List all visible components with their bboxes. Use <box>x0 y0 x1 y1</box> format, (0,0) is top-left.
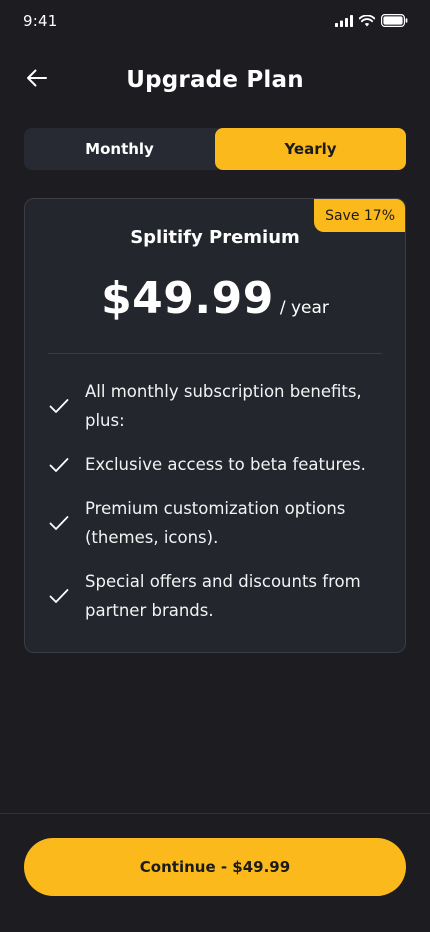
cellular-signal-icon <box>335 14 353 27</box>
billing-period-toggle: Monthly Yearly <box>24 128 406 170</box>
tab-yearly[interactable]: Yearly <box>215 128 406 170</box>
page-title: Upgrade Plan <box>126 67 304 93</box>
wifi-icon <box>359 14 375 27</box>
feature-item: All monthly subscription benefits, plus: <box>49 377 381 435</box>
feature-list: All monthly subscription benefits, plus:… <box>49 377 381 640</box>
status-icons <box>335 14 408 27</box>
bottom-divider <box>0 813 430 814</box>
price-amount: $49.99 <box>101 273 274 324</box>
checkmark-icon <box>49 515 85 531</box>
feature-text: Exclusive access to beta features. <box>85 455 366 474</box>
battery-icon <box>381 14 408 27</box>
checkmark-icon <box>49 588 85 604</box>
plan-name: Splitify Premium <box>130 227 300 248</box>
price-row: $49.99 / year <box>25 273 405 324</box>
feature-text: Premium customization options (themes, i… <box>85 499 346 547</box>
feature-item: Premium customization options (themes, i… <box>49 494 381 552</box>
status-time: 9:41 <box>23 12 58 30</box>
checkmark-icon <box>49 398 85 414</box>
feature-text: Special offers and discounts from partne… <box>85 572 361 620</box>
plan-card: Save 17% Splitify Premium $49.99 / year … <box>24 198 406 653</box>
tab-monthly[interactable]: Monthly <box>24 128 215 170</box>
continue-button[interactable]: Continue - $49.99 <box>24 838 406 896</box>
card-divider <box>48 353 382 354</box>
feature-item: Special offers and discounts from partne… <box>49 567 381 625</box>
checkmark-icon <box>49 457 85 473</box>
upgrade-plan-screen: 9:41 Upgrade Plan Monthly Yearly Save 17… <box>0 0 430 932</box>
status-bar: 9:41 <box>0 0 430 44</box>
feature-item: Exclusive access to beta features. <box>49 450 381 479</box>
price-period: / year <box>279 298 329 318</box>
feature-text: All monthly subscription benefits, plus: <box>85 382 362 430</box>
